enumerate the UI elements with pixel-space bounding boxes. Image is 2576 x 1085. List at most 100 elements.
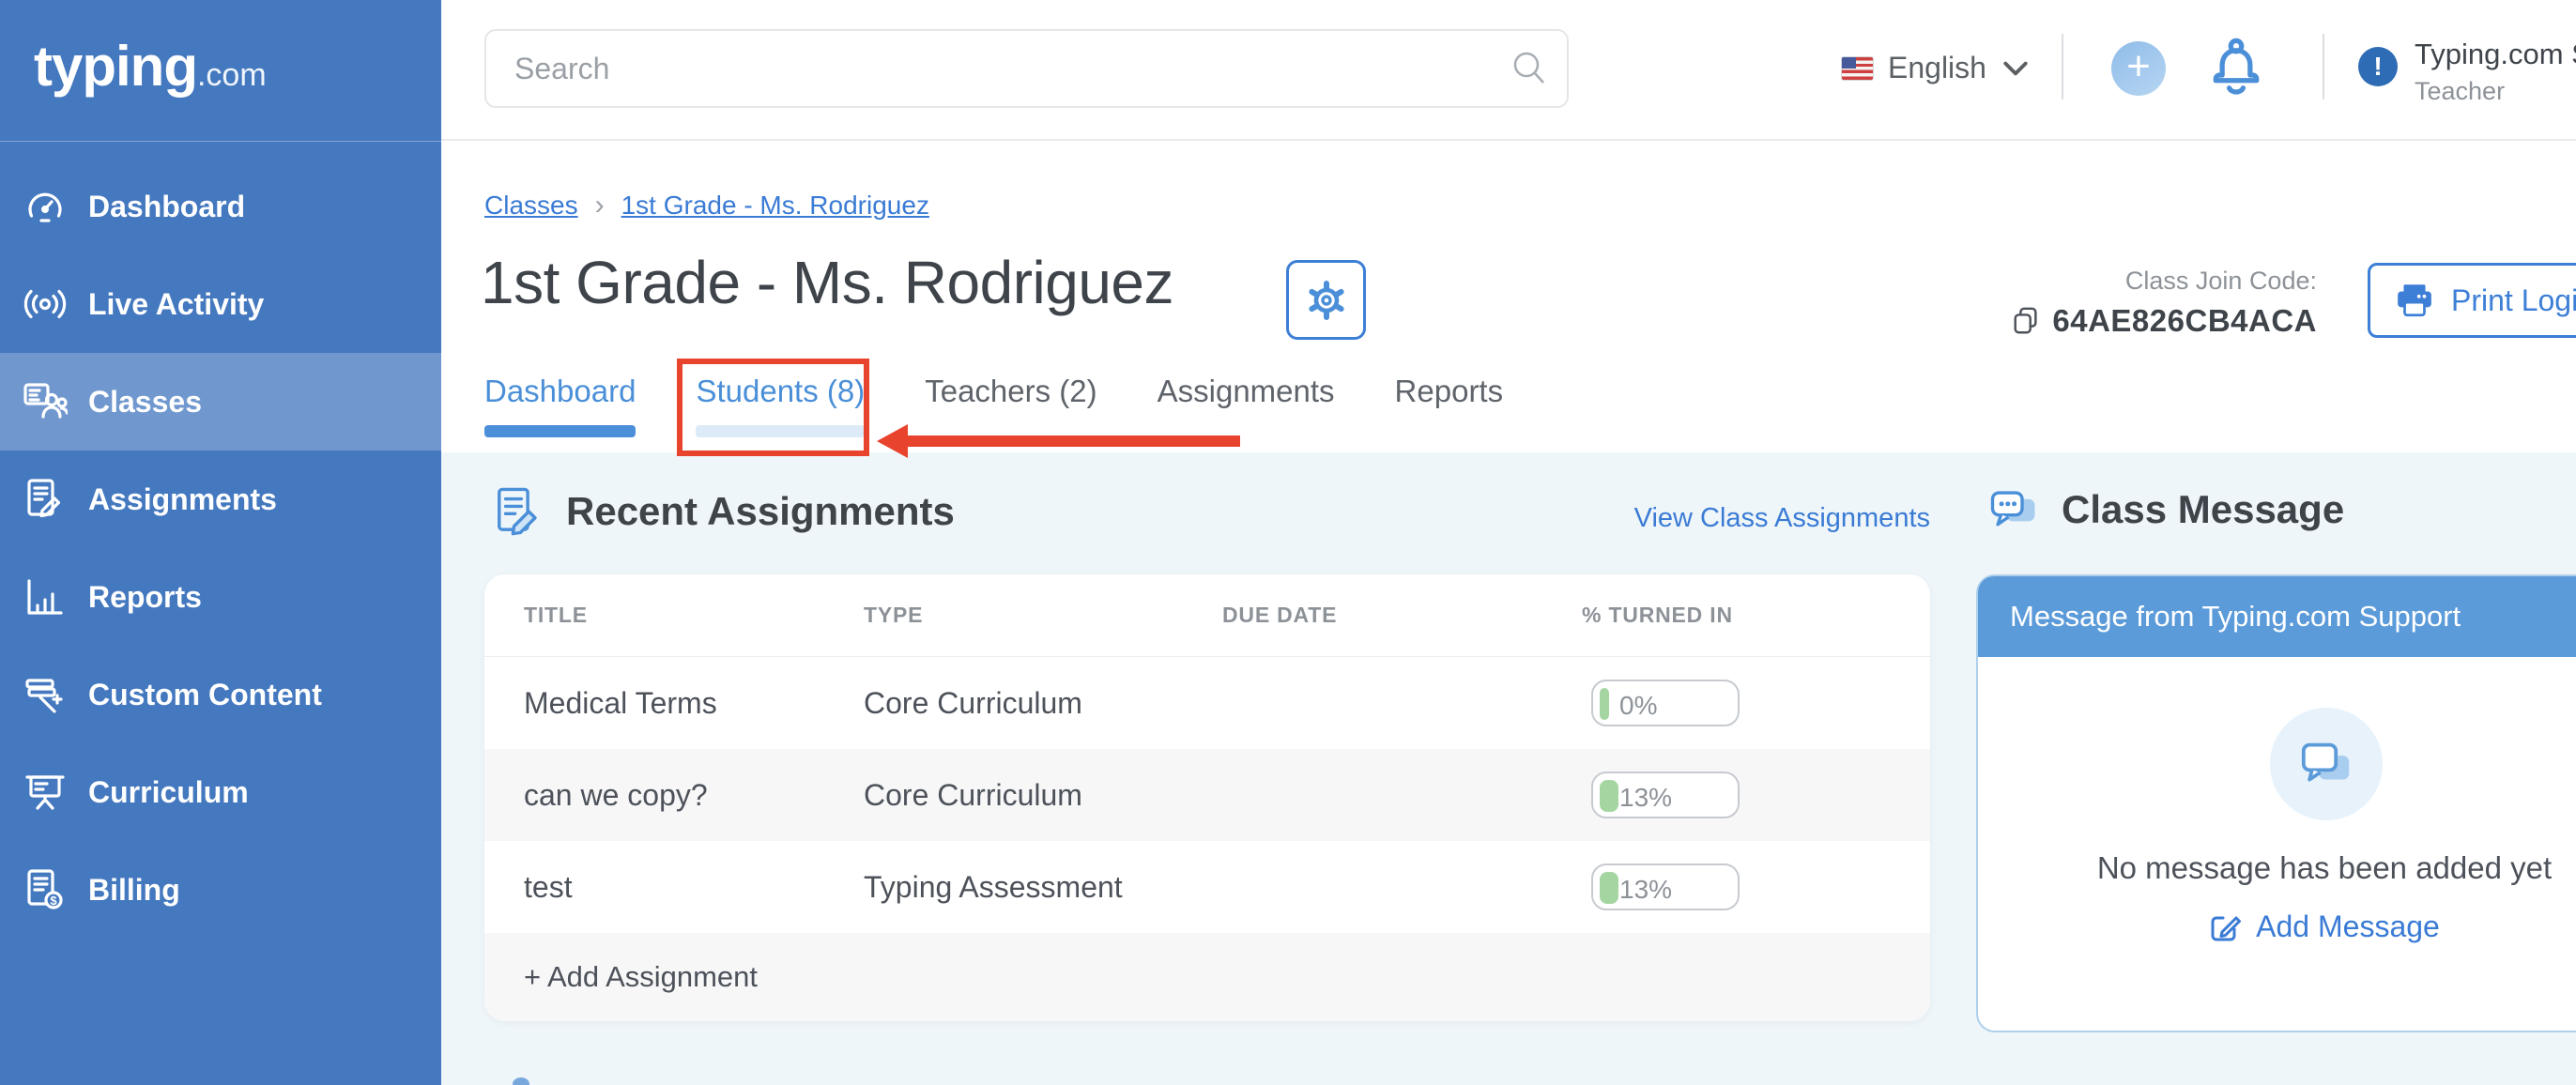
sidebar-divider [0,141,441,142]
assignment-row[interactable]: Medical Terms Core Curriculum 0% [484,657,1930,749]
sidebar-item-label: Reports [88,580,202,615]
topbar-divider [2062,34,2063,99]
sidebar-item-label: Assignments [88,482,277,517]
add-new-button[interactable]: + [2111,41,2166,96]
search-wrap [484,29,1569,108]
sidebar-item-label: Dashboard [88,190,245,224]
sidebar-item-dashboard[interactable]: Dashboard [0,158,441,255]
sidebar-item-label: Billing [88,873,180,908]
sidebar-item-live-activity[interactable]: Live Activity [0,255,441,353]
class-message-icon [1988,486,2039,533]
assignment-title: test [524,870,864,905]
copy-icon[interactable] [2011,304,2041,338]
progress-value: 0% [1619,691,1657,721]
tab-teachers[interactable]: Teachers (2) [925,374,1096,437]
topbar-divider [2323,34,2324,99]
account-menu[interactable]: ! Typing.com Su Teacher [2358,38,2576,106]
reports-icon [23,574,68,619]
empty-message-badge [2270,708,2383,820]
sidebar-item-assignments[interactable]: Assignments [0,451,441,548]
annotation-arrow-head [877,424,908,458]
account-role: Teacher [2415,77,2576,106]
progress-value: 13% [1619,875,1672,905]
class-tabs: Dashboard Students (8) Teachers (2) Assi… [484,374,1503,437]
classes-icon [23,379,68,424]
assignment-row[interactable]: test Typing Assessment 13% [484,841,1930,933]
class-join-code-block: Class Join Code: 64AE826CB4ACA [1934,267,2317,339]
recent-assignments-icon [493,486,544,537]
breadcrumb-current-link[interactable]: 1st Grade - Ms. Rodriguez [621,191,929,221]
billing-icon: $ [23,867,68,912]
sidebar-item-classes[interactable]: Classes [0,353,441,451]
dashboard-content: Recent Assignments View Class Assignment… [441,452,2576,1085]
custom-content-icon [23,672,68,717]
progress-bar-fill [1600,688,1609,720]
annotation-arrow-shaft [906,436,1240,447]
class-settings-button[interactable] [1286,260,1366,340]
print-login-label: Print Login [2451,283,2576,318]
recent-assignments-title: Recent Assignments [566,489,955,534]
sidebar-item-billing[interactable]: $ Billing [0,841,441,939]
dashboard-icon [23,184,68,229]
tab-dashboard[interactable]: Dashboard [484,374,636,437]
col-due-date: DUE DATE [1222,603,1582,628]
print-login-button[interactable]: Print Login [2368,263,2576,338]
typing-com-logo[interactable]: typing .com [34,34,267,99]
view-class-assignments-link[interactable]: View Class Assignments [1633,503,1930,534]
sidebar-item-reports[interactable]: Reports [0,548,441,646]
assignment-row[interactable]: can we copy? Core Curriculum 13% [484,749,1930,841]
chat-bubbles-icon [2297,738,2355,790]
account-name: Typing.com Su [2415,38,2576,71]
live-activity-icon [23,282,68,327]
printer-icon [2395,283,2434,318]
logo-suffix: .com [197,57,267,94]
add-assignment-button[interactable]: + Add Assignment [484,933,1930,1021]
breadcrumb-classes-link[interactable]: Classes [484,191,578,221]
assignment-title: can we copy? [524,778,864,813]
class-message-card: Message from Typing.com Support No messa… [1976,574,2576,1032]
class-join-code-label: Class Join Code: [1934,267,2317,296]
class-join-code-value[interactable]: 64AE826CB4ACA [2052,303,2317,339]
class-message-title: Class Message [2062,487,2344,532]
topbar: English + ! Typing.com Su Teacher [441,0,2576,141]
progress-bar-fill [1600,780,1618,812]
assignments-icon [23,477,68,522]
col-turned-in: % TURNED IN [1582,603,1930,628]
assignment-type: Core Curriculum [864,778,1222,813]
recent-assignments-header: Recent Assignments [493,486,955,537]
svg-text:$: $ [50,894,57,908]
col-type: TYPE [864,603,1222,628]
sidebar-item-curriculum[interactable]: Curriculum [0,743,441,841]
tab-assignments[interactable]: Assignments [1158,374,1335,437]
sidebar-item-label: Curriculum [88,775,249,810]
account-avatar: ! [2358,47,2398,86]
us-flag-icon [1842,57,1873,80]
turned-in-progress-pill: 13% [1591,772,1740,818]
bell-icon [2210,38,2262,98]
turned-in-progress-pill: 13% [1591,863,1740,910]
language-selector[interactable]: English [1842,51,2030,85]
add-message-link[interactable]: Add Message [1978,909,2576,944]
col-title: TITLE [524,603,864,628]
gear-icon [1304,278,1349,323]
breadcrumb-separator: › [595,190,605,222]
notifications-button[interactable] [2210,38,2262,102]
next-section-icon-fragment [513,1077,529,1085]
tab-reports[interactable]: Reports [1395,374,1504,437]
search-input[interactable] [484,29,1569,108]
turned-in-progress-pill: 0% [1591,680,1740,726]
class-message-card-header: Message from Typing.com Support [1978,576,2576,657]
assignments-table-header: TITLE TYPE DUE DATE % TURNED IN [484,574,1930,657]
sidebar-item-label: Custom Content [88,678,322,712]
progress-bar-fill [1600,872,1618,904]
edit-pencil-icon [2209,910,2243,944]
sidebar-item-custom-content[interactable]: Custom Content [0,646,441,743]
sidebar-nav: Dashboard Live Activity Classes [0,158,441,939]
page-title: 1st Grade - Ms. Rodriguez [481,248,1173,317]
chevron-down-icon [2001,56,2030,81]
plus-icon: + [2126,46,2151,87]
class-message-header: Class Message [1988,486,2344,533]
search-icon [1509,48,1550,89]
assignments-table-body: Medical Terms Core Curriculum 0% can we … [484,657,1930,933]
progress-value: 13% [1619,783,1672,813]
